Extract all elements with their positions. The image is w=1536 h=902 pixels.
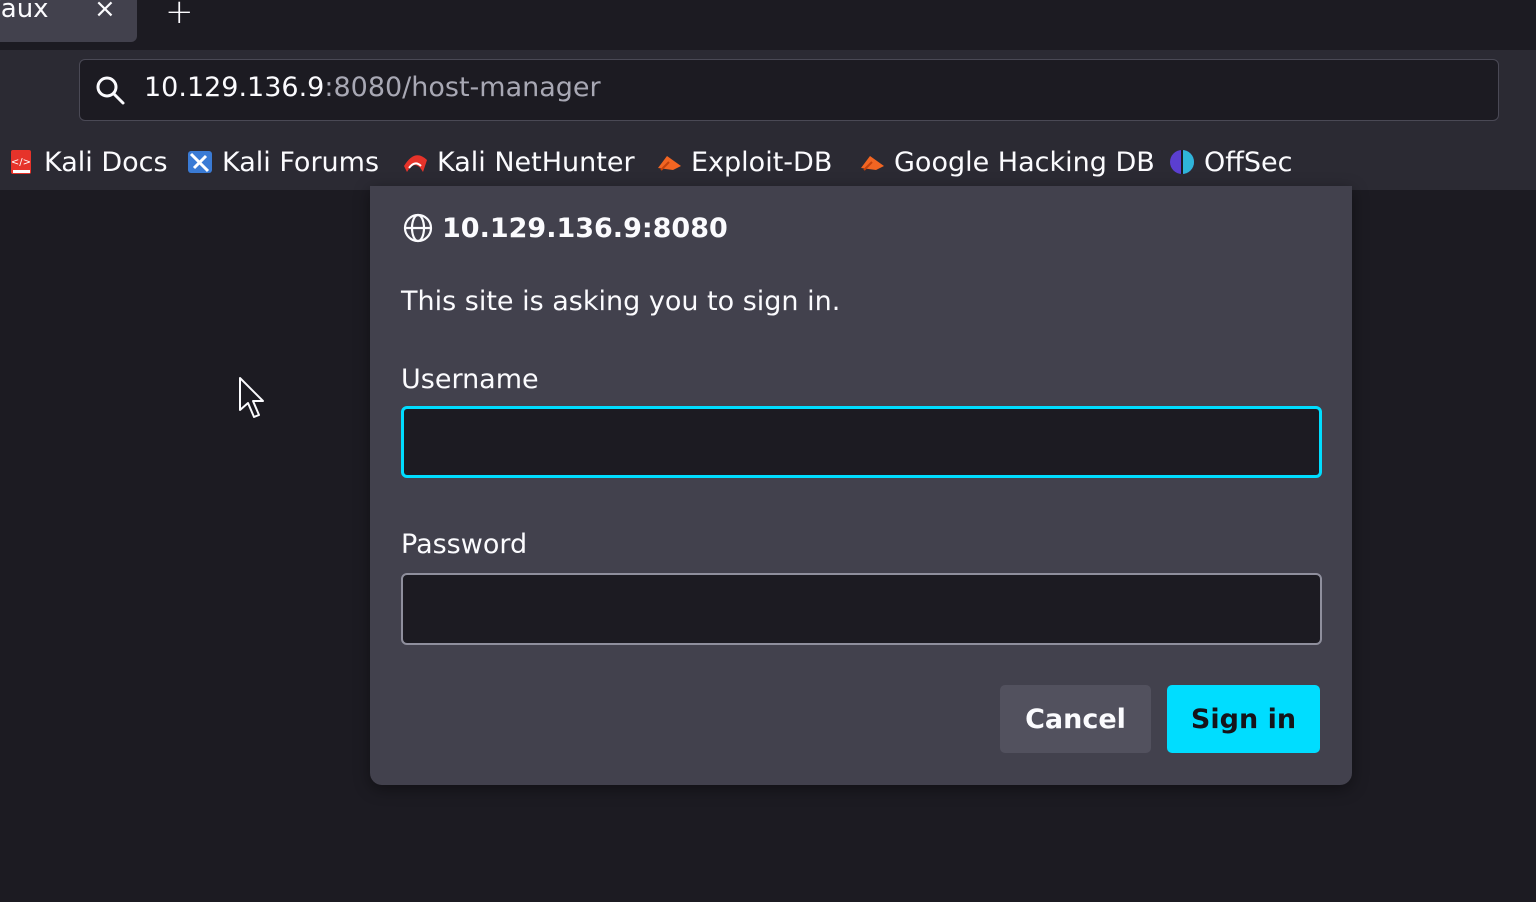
- kali-docs-icon: </>: [11, 150, 31, 174]
- username-label: Username: [401, 364, 539, 395]
- dialog-message: This site is asking you to sign in.: [401, 286, 841, 317]
- tab-close-icon[interactable]: ×: [94, 0, 116, 24]
- globe-icon: [403, 213, 433, 243]
- offsec-icon: [1170, 150, 1194, 174]
- url-host: 10.129.136.9: [144, 72, 325, 103]
- nav-bar: 10.129.136.9:8080/host-manager </> Kali …: [0, 50, 1536, 190]
- dialog-site: 10.129.136.9:8080: [402, 212, 728, 244]
- exploit-db-icon: [658, 156, 681, 171]
- cancel-button[interactable]: Cancel: [1000, 685, 1151, 753]
- bookmark-kali-nethunter[interactable]: Kali NetHunter: [401, 140, 635, 184]
- sign-in-dialog: 10.129.136.9:8080 This site is asking yo…: [370, 186, 1352, 785]
- tab-title: /aux: [0, 0, 49, 24]
- bookmark-label: Kali NetHunter: [437, 146, 635, 178]
- tab-strip: /aux × +: [0, 0, 1536, 50]
- bookmark-kali-forums[interactable]: Kali Forums: [186, 140, 379, 184]
- url-text[interactable]: 10.129.136.9:8080/host-manager: [144, 72, 601, 103]
- bookmark-label: Exploit-DB: [691, 146, 833, 178]
- sign-in-button[interactable]: Sign in: [1167, 685, 1320, 753]
- mouse-cursor-icon: [239, 377, 264, 418]
- url-bar[interactable]: 10.129.136.9:8080/host-manager: [79, 59, 1499, 121]
- bookmark-kali-docs[interactable]: </> Kali Docs: [8, 140, 168, 184]
- username-field[interactable]: [401, 406, 1322, 478]
- url-path: :8080/host-manager: [324, 72, 601, 103]
- ghdb-icon: [861, 156, 884, 171]
- bookmark-offsec[interactable]: OffSec: [1168, 140, 1292, 184]
- password-label: Password: [401, 529, 528, 560]
- dialog-site-label: 10.129.136.9:8080: [442, 212, 728, 244]
- svg-text:</>: </>: [11, 157, 31, 168]
- new-tab-button[interactable]: +: [165, 0, 194, 32]
- bookmark-label: Kali Docs: [44, 146, 168, 178]
- bookmark-exploit-db[interactable]: Exploit-DB: [655, 140, 832, 184]
- bookmark-label: Google Hacking DB: [894, 146, 1155, 178]
- tab-active[interactable]: /aux ×: [0, 0, 137, 42]
- bookmarks-toolbar: </> Kali Docs Kali Forums Kali NetHunter…: [0, 140, 1536, 184]
- password-field[interactable]: [401, 573, 1322, 645]
- bookmark-label: OffSec: [1204, 146, 1293, 178]
- bookmark-google-hacking-db[interactable]: Google Hacking DB: [858, 140, 1155, 184]
- bookmark-label: Kali Forums: [222, 146, 380, 178]
- kali-forums-icon: [188, 151, 212, 173]
- kali-nethunter-icon: [404, 155, 427, 172]
- search-icon: [96, 76, 125, 105]
